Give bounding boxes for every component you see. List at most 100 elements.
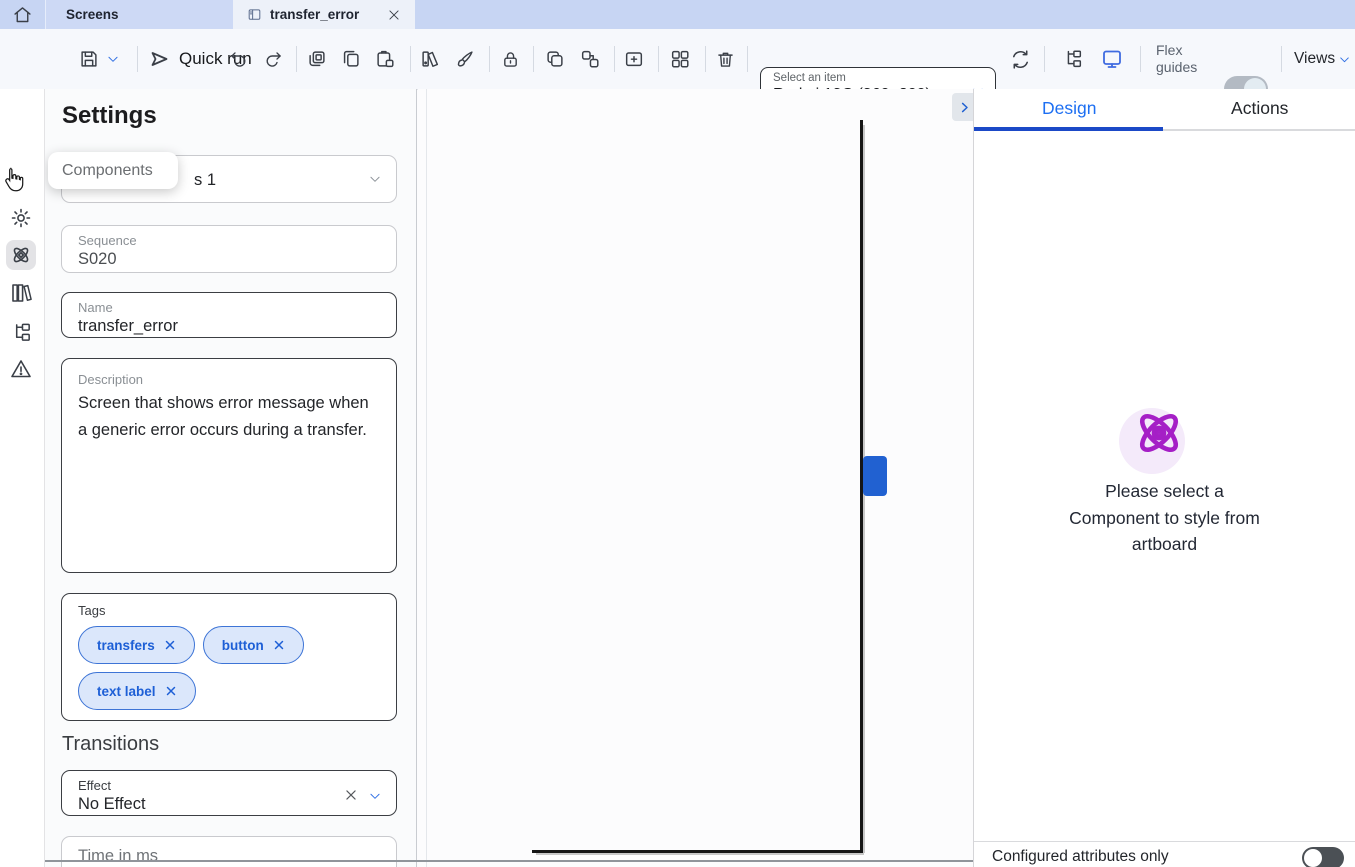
group-button[interactable] — [538, 42, 572, 76]
monitor-icon — [1100, 47, 1124, 71]
description-field[interactable]: Description Screen that shows error mess… — [61, 358, 397, 573]
effect-label: Effect — [78, 778, 380, 794]
toolbar-separator — [1140, 46, 1141, 72]
effect-dropdown[interactable]: Effect No Effect — [61, 770, 397, 816]
copy-button[interactable] — [334, 42, 368, 76]
tag-label: transfers — [97, 638, 155, 653]
flex-guides-label: Flex guides — [1156, 42, 1197, 76]
toolbar-separator — [747, 46, 748, 72]
artboard-drag-handle[interactable] — [863, 456, 887, 496]
sidebar-item-hierarchy[interactable] — [6, 317, 36, 347]
brush-icon — [454, 48, 476, 70]
tab-actions[interactable]: Actions — [1165, 89, 1355, 128]
tab-close-button[interactable] — [387, 8, 401, 22]
copy-icon — [340, 48, 362, 70]
tags-field[interactable]: Tags transfers button text label — [61, 593, 397, 721]
tab-bar: Screens transfer_error — [0, 0, 1355, 29]
chevron-down-icon — [106, 52, 120, 66]
inactive-tab-underline — [1163, 129, 1355, 131]
components-grid-button[interactable] — [663, 42, 697, 76]
chevron-down-icon — [1337, 52, 1352, 67]
tags-label: Tags — [78, 603, 380, 619]
views-dropdown[interactable]: Views — [1294, 50, 1352, 68]
sequence-label: Sequence — [78, 233, 380, 249]
tag-label: button — [222, 638, 264, 653]
redo-icon — [263, 49, 284, 70]
remove-tag-icon[interactable] — [273, 639, 285, 651]
home-icon — [12, 4, 33, 25]
name-value: transfer_error — [78, 316, 380, 337]
brush-button[interactable] — [448, 42, 482, 76]
tab-screens[interactable]: Screens — [45, 0, 233, 29]
tree-icon — [1062, 48, 1084, 70]
sidebar-item-issues[interactable] — [6, 354, 36, 384]
sidebar-item-library[interactable] — [6, 278, 36, 308]
device-select-label: Select an item — [773, 72, 983, 85]
duplicate-button[interactable] — [300, 42, 334, 76]
icon-sidebar — [0, 89, 45, 867]
warning-icon — [9, 357, 33, 381]
preview-monitor-button[interactable] — [1095, 42, 1129, 76]
toolbar-separator — [658, 46, 659, 72]
chevron-down-icon[interactable] — [368, 789, 382, 803]
artboard-shadow — [536, 853, 864, 855]
toggle-knob — [1304, 849, 1322, 867]
chevron-down-icon — [368, 172, 382, 186]
tab-transfer-error[interactable]: transfer_error — [233, 0, 415, 29]
tab-design[interactable]: Design — [974, 89, 1165, 128]
canvas[interactable] — [418, 89, 973, 867]
lock-icon — [500, 49, 521, 70]
atom-icon — [1130, 404, 1188, 462]
tag-chip[interactable]: text label — [78, 672, 196, 710]
lock-button[interactable] — [493, 42, 527, 76]
components-grid-icon — [669, 48, 691, 70]
add-folder-button[interactable] — [617, 42, 651, 76]
time-field[interactable]: Time in ms — [61, 836, 397, 867]
screen-window-icon — [247, 7, 262, 22]
tab-transfer-error-label: transfer_error — [270, 7, 359, 22]
refresh-button[interactable] — [1003, 42, 1037, 76]
clear-icon[interactable] — [344, 788, 358, 802]
redo-button[interactable] — [256, 42, 290, 76]
configured-attributes-toggle[interactable] — [1302, 847, 1344, 867]
delete-button[interactable] — [708, 42, 742, 76]
settings-panel: Settings s 1 Components Sequence S020 Na… — [45, 89, 417, 867]
atom-icon — [9, 243, 33, 267]
time-label: Time in ms — [78, 847, 380, 866]
toolbar-separator — [410, 46, 411, 72]
paste-button[interactable] — [368, 42, 402, 76]
layers-tree-button[interactable] — [1056, 42, 1090, 76]
tag-chip[interactable]: transfers — [78, 626, 195, 664]
duplicate-icon — [306, 48, 328, 70]
palette-icon — [419, 48, 441, 70]
home-button[interactable] — [0, 0, 45, 29]
sidebar-item-settings[interactable] — [6, 203, 36, 233]
toolbar-separator — [1281, 46, 1282, 72]
description-label: Description — [78, 372, 380, 388]
trash-icon — [715, 49, 736, 70]
save-options-button[interactable] — [101, 42, 125, 76]
sidebar-item-components[interactable] — [6, 240, 36, 270]
palette-button[interactable] — [413, 42, 447, 76]
remove-tag-icon[interactable] — [164, 639, 176, 651]
app-window: Screens transfer_error — [0, 0, 1355, 867]
name-field[interactable]: Name transfer_error — [61, 292, 397, 338]
tag-label: text label — [97, 684, 156, 699]
gear-icon — [9, 206, 33, 230]
toolbar: Quick run — [0, 29, 1355, 90]
chevron-right-icon — [957, 100, 972, 115]
tag-chip[interactable]: button — [203, 626, 304, 664]
component-dropdown-value-fragment: s 1 — [194, 170, 216, 191]
refresh-icon — [1009, 48, 1032, 71]
ungroup-icon — [579, 48, 601, 70]
design-panel: Design Actions Please select a Component… — [973, 89, 1355, 867]
toolbar-separator — [489, 46, 490, 72]
sequence-field[interactable]: Sequence S020 — [61, 225, 397, 273]
remove-tag-icon[interactable] — [165, 685, 177, 697]
undo-button[interactable] — [221, 42, 255, 76]
toolbar-separator — [1044, 46, 1045, 72]
empty-state: Please select a Component to style from … — [974, 404, 1355, 558]
ungroup-button[interactable] — [573, 42, 607, 76]
undo-icon — [228, 49, 249, 70]
views-label: Views — [1294, 50, 1335, 68]
